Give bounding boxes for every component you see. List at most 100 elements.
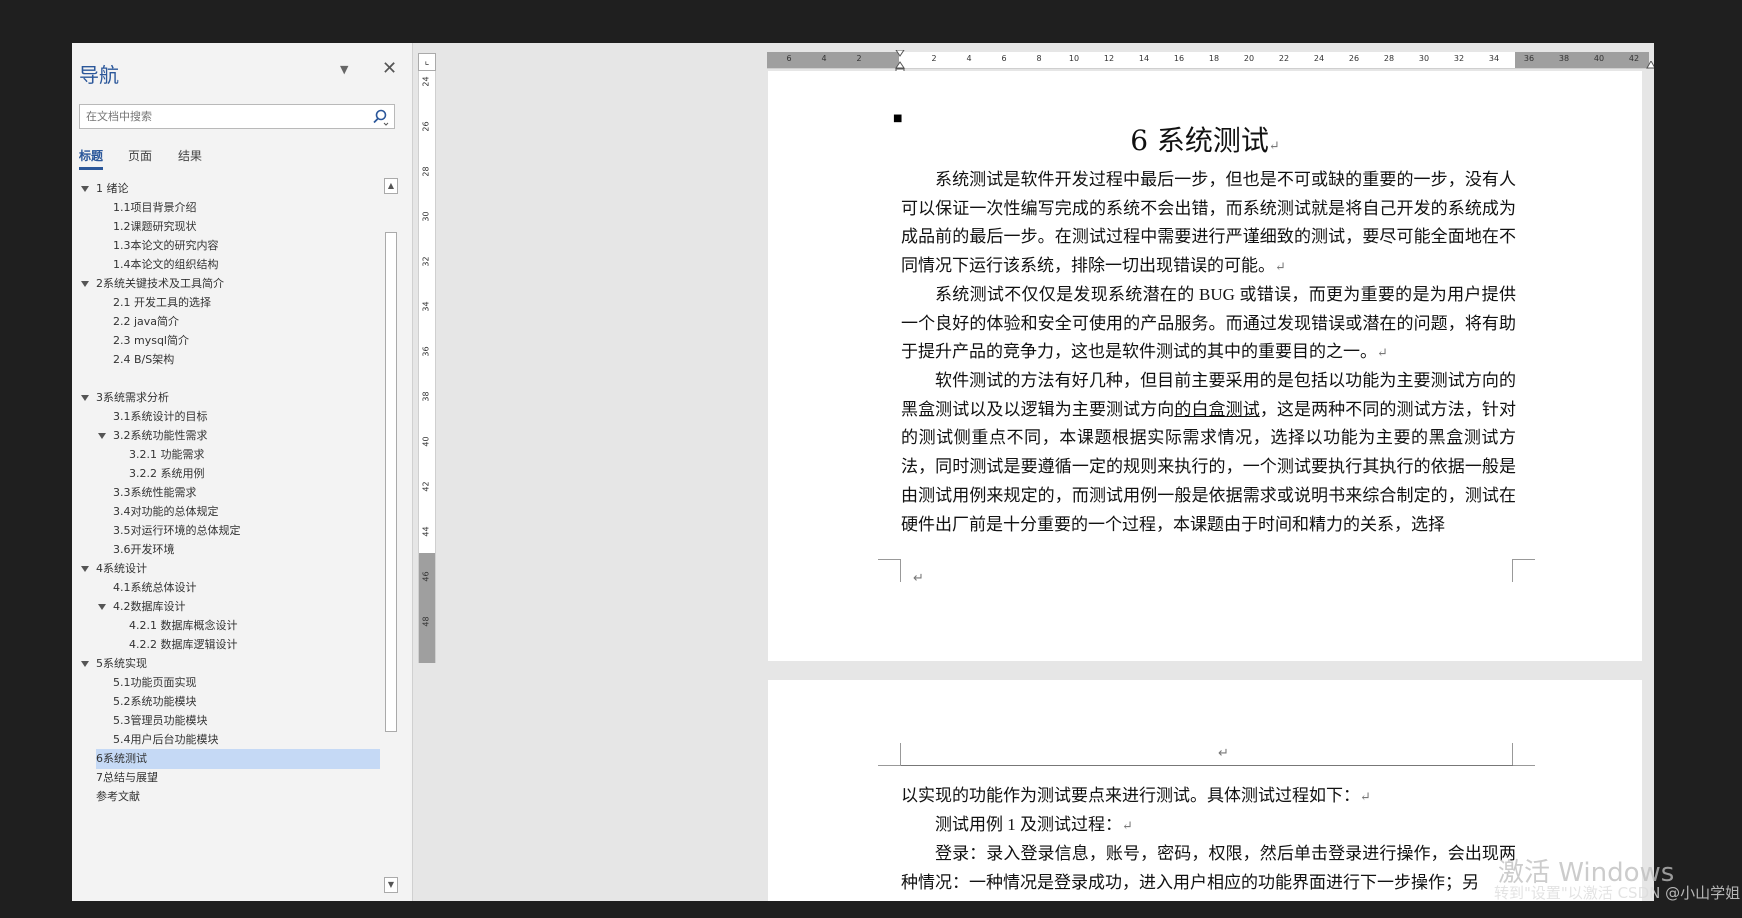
expand-triangle-icon[interactable] [81, 281, 89, 287]
tree-item[interactable]: 5.1功能页面实现 [113, 673, 397, 693]
paragraph-text: 系统测试不仅仅是发现系统潜在的 BUG 或错误，而更为重要的是为用户提供一个良好… [901, 285, 1516, 362]
expand-triangle-icon[interactable] [81, 395, 89, 401]
paragraph-mark: ↵ [1122, 818, 1133, 833]
tree-item[interactable]: 2.4 B/S架构 [113, 350, 397, 370]
tree-item[interactable]: 5.2系统功能模块 [113, 692, 397, 712]
search-icon[interactable] [371, 108, 389, 126]
ruler-tick-label: 22 [1278, 54, 1290, 63]
expand-triangle-icon[interactable] [81, 661, 89, 667]
tree-item[interactable]: 1.2课题研究现状 [113, 217, 397, 237]
tree-item[interactable]: 3.5对运行环境的总体规定 [113, 521, 397, 541]
tree-item[interactable]: 3.2.2 系统用例 [129, 464, 413, 484]
search-input[interactable] [80, 105, 362, 128]
tree-item[interactable]: 4系统设计 [81, 559, 380, 579]
tree-item[interactable]: 3.2系统功能性需求 [98, 426, 397, 446]
tree-item[interactable]: 4.2数据库设计 [98, 597, 397, 617]
tree-item[interactable]: 1.3本论文的研究内容 [113, 236, 397, 256]
body-paragraph[interactable]: 登录：录入登录信息，账号，密码，权限，然后单击登录进行操作，会出现两种情况：一种… [901, 840, 1516, 897]
body-paragraph[interactable]: 以实现的功能作为测试要点来进行测试。具体测试过程如下：↵ [901, 782, 1516, 812]
tree-item[interactable]: 1.4本论文的组织结构 [113, 255, 397, 275]
tab-pages[interactable]: 页面 [128, 147, 152, 164]
ruler-tick-label: 30 [1418, 54, 1430, 63]
ruler-tick-label: 2 [931, 54, 937, 63]
tree-item[interactable]: 3.1系统设计的目标 [113, 407, 397, 427]
tree-item[interactable]: 3.4对功能的总体规定 [113, 502, 397, 522]
ruler-tick-label: 38 [421, 391, 431, 402]
paragraph-text: 测试用例 1 及测试过程： [935, 815, 1122, 834]
ruler-tick-label: 28 [1383, 54, 1395, 63]
scrollbar-thumb[interactable] [385, 232, 397, 732]
tree-item[interactable]: 4.1系统总体设计 [113, 578, 397, 598]
tree-item[interactable]: 1 绪论 [81, 179, 380, 199]
paragraph-text: 登录：录入登录信息，账号，密码，权限，然后单击登录进行操作，会出现两种情况：一种… [901, 844, 1516, 892]
margin-corner-mark [1512, 559, 1535, 582]
margin-corner-mark [878, 743, 901, 766]
nav-search-box[interactable] [79, 104, 395, 129]
underlined-text[interactable]: 的白盒测试 [1174, 400, 1259, 419]
ruler-tick-label: 20 [1243, 54, 1255, 63]
ruler-tick-label: 40 [1593, 54, 1605, 63]
tree-item[interactable]: 2.1 开发工具的选择 [113, 293, 397, 313]
ruler-tick-label: 40 [421, 436, 431, 447]
tree-item[interactable]: 3.6开发环境 [113, 540, 397, 560]
ruler-tick-label: 4 [966, 54, 972, 63]
tab-selector-icon[interactable]: ⌞ [418, 53, 436, 71]
body-paragraph[interactable]: 系统测试是软件开发过程中最后一步，但也是不可或缺的重要的一步，没有人可以保证一次… [901, 166, 1516, 282]
tree-item-selected[interactable]: 6系统测试 [96, 749, 380, 769]
margin-corner-mark [1512, 743, 1535, 766]
ruler-tick-label: 36 [1523, 54, 1535, 63]
ruler-tick-label: 16 [1173, 54, 1185, 63]
nav-scrollbar[interactable]: ▲ ▼ [384, 178, 398, 894]
tree-item[interactable]: 4.2.2 数据库逻辑设计 [129, 635, 413, 655]
nav-options-dropdown-icon[interactable]: ▼ [340, 63, 348, 76]
nav-title: 导航 [79, 63, 119, 87]
tree-item[interactable]: 2.2 java简介 [113, 312, 397, 332]
tab-results[interactable]: 结果 [178, 147, 202, 164]
expand-triangle-icon[interactable] [98, 433, 106, 439]
body-paragraph[interactable]: 系统测试不仅仅是发现系统潜在的 BUG 或错误，而更为重要的是为用户提供一个良好… [901, 281, 1516, 368]
paragraph-text: 以实现的功能作为测试要点来进行测试。具体测试过程如下： [901, 786, 1360, 805]
tree-item[interactable]: 4.2.1 数据库概念设计 [129, 616, 413, 636]
ruler-tick-label: 4 [821, 54, 827, 63]
header-rule [901, 765, 1513, 766]
ruler-tick-label: 18 [1208, 54, 1220, 63]
ruler-tick-label: 14 [1138, 54, 1150, 63]
expand-triangle-icon[interactable] [81, 186, 89, 192]
ruler-tick-label: 46 [421, 571, 431, 582]
paragraph-mark: ↵ [1218, 746, 1229, 761]
expand-triangle-icon[interactable] [81, 566, 89, 572]
tree-item[interactable]: 3系统需求分析 [81, 388, 380, 408]
tree-item[interactable]: 7总结与展望 [96, 768, 380, 788]
csdn-watermark: 转到"设置"以激活 CSDN @小山学姐 [1494, 884, 1741, 902]
tab-headings[interactable]: 标题 [79, 147, 104, 170]
ruler-tick-label: 26 [1348, 54, 1360, 63]
scroll-down-icon[interactable]: ▼ [384, 877, 398, 893]
ruler-tick-label: 34 [1488, 54, 1500, 63]
tree-item[interactable]: 参考文献 [96, 787, 380, 807]
ruler-tick-label: 42 [1628, 54, 1640, 63]
ruler-tick-label: 30 [421, 211, 431, 222]
tree-item[interactable]: 1.1项目背景介绍 [113, 198, 397, 218]
chapter-heading[interactable]: 6 系统测试↵ [768, 119, 1642, 159]
document-page[interactable]: ■ 6 系统测试↵ 系统测试是软件开发过程中最后一步，但也是不可或缺的重要的一步… [768, 71, 1642, 661]
expand-triangle-icon[interactable] [98, 604, 106, 610]
nav-close-icon[interactable]: ✕ [382, 58, 397, 79]
body-paragraph[interactable]: 测试用例 1 及测试过程：↵ [901, 811, 1516, 841]
paragraph-text: ，这是两种不同的测试方法，针对的测试侧重点不同，本课题根据实际需求情况，选择以功… [901, 399, 1517, 534]
tree-item[interactable]: 5.3管理员功能模块 [113, 711, 397, 731]
tree-item[interactable]: 2.3 mysql简介 [113, 331, 397, 351]
tree-item[interactable]: 3.2.1 功能需求 [129, 445, 413, 465]
right-indent-marker-icon[interactable] [1646, 61, 1654, 70]
ruler-tick-label: 6 [786, 54, 792, 63]
paragraph-mark: ↵ [1275, 259, 1286, 275]
tree-item[interactable]: 2系统关键技术及工具简介 [81, 274, 380, 294]
ruler-tick-label: 48 [421, 616, 431, 627]
ruler-tick-label: 2 [856, 54, 862, 63]
scroll-up-icon[interactable]: ▲ [384, 178, 398, 194]
tree-item[interactable]: 5.4用户后台功能模块 [113, 730, 397, 750]
body-paragraph[interactable]: 软件测试的方法有好几种，但目前主要采用的是包括以功能为主要测试方向的黑盒测试以及… [901, 367, 1516, 539]
tree-item[interactable]: 3.3系统性能需求 [113, 483, 397, 503]
paragraph-text: 系统测试是软件开发过程中最后一步，但也是不可或缺的重要的一步，没有人可以保证一次… [901, 170, 1516, 276]
margin-corner-mark [878, 559, 901, 582]
tree-item[interactable]: 5系统实现 [81, 654, 380, 674]
